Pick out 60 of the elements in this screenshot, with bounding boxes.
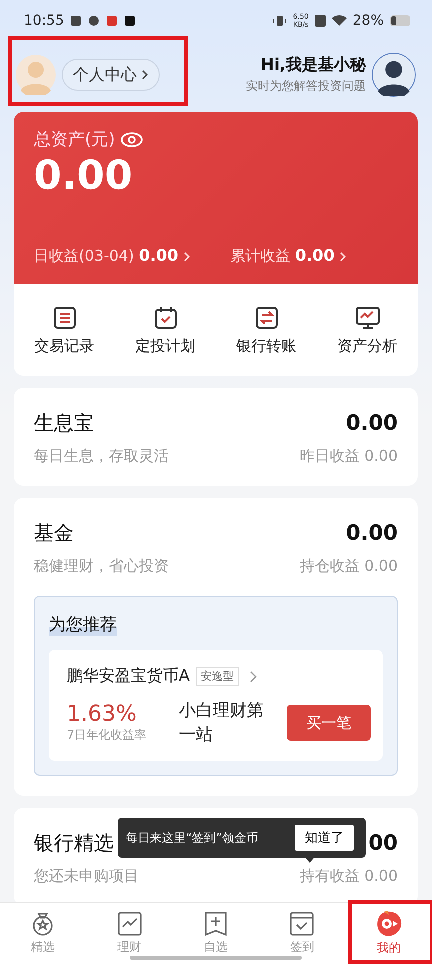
yield-rate: 1.63%: [67, 702, 138, 727]
chevron-right-icon: [248, 670, 259, 684]
battery-percent: 28%: [352, 13, 384, 29]
product-value: 00: [368, 831, 398, 855]
product-title: 银行精选: [34, 830, 114, 857]
tooltip-text: 每日来这里“签到”领金币: [126, 830, 258, 846]
buy-button[interactable]: 买一笔: [287, 705, 371, 741]
fund-name: 鹏华安盈宝货币A: [67, 666, 190, 687]
daily-earnings-link[interactable]: 日收益(03-04) 0.00: [34, 246, 191, 266]
notification-icon: [106, 15, 118, 27]
risk-tag: 安逸型: [196, 667, 239, 686]
eye-icon[interactable]: [121, 132, 144, 148]
transfer-icon: [254, 304, 280, 330]
quick-action[interactable]: 定投计划: [115, 304, 216, 356]
wifi-icon: [332, 15, 347, 27]
notification-icon: [124, 15, 136, 27]
notification-icon: [70, 15, 82, 27]
product-value: 0.00: [346, 411, 398, 435]
list-icon: [52, 304, 78, 330]
cumulative-earnings-link[interactable]: 累计收益 0.00: [230, 246, 347, 266]
product-value: 0.00: [346, 521, 398, 545]
quick-action[interactable]: 资产分析: [317, 304, 418, 356]
vibrate-icon: [273, 15, 288, 27]
chevron-right-icon: [182, 250, 191, 263]
assistant-subtitle: 实时为您解答投资问题: [246, 78, 366, 95]
product-card[interactable]: 基金 0.00 稳健理财，省心投资 持仓收益 0.00 为您推荐 鹏华安盈宝货币A 安逸型 1.63% 7日年化收益率 小白理财第一站 买一笔: [14, 498, 418, 796]
profile-button[interactable]: 个人中心: [62, 59, 160, 91]
nav-tab[interactable]: 我的: [346, 903, 432, 964]
assistant-greeting: Hi,我是基小秘: [261, 55, 366, 76]
fund-card[interactable]: 鹏华安盈宝货币A 安逸型 1.63% 7日年化收益率 小白理财第一站 买一笔: [49, 650, 383, 761]
product-title: 基金: [34, 520, 74, 547]
assistant-avatar[interactable]: [372, 53, 416, 97]
chevron-right-icon: [141, 69, 149, 82]
calendar-icon: [152, 304, 178, 330]
product-subtitle: 每日生息，存取灵活: [34, 447, 169, 466]
product-earnings: 持仓收益 0.00: [300, 557, 398, 576]
chevron-right-icon: [338, 250, 347, 263]
fund-slogan: 小白理财第一站: [179, 700, 265, 747]
quick-action[interactable]: 交易记录: [14, 304, 115, 356]
chart-icon: [116, 911, 143, 937]
product-earnings: 持有收益 0.00: [300, 867, 398, 886]
product-title: 生息宝: [34, 410, 94, 437]
recommend-heading: 为您推荐: [49, 613, 117, 636]
bookmark-add-icon: [202, 911, 229, 937]
yield-label: 7日年化收益率: [67, 727, 148, 744]
battery-icon: [390, 15, 412, 27]
check-calendar-icon: [289, 911, 316, 937]
monitor-icon: [354, 304, 380, 330]
quick-action[interactable]: 银行转账: [216, 304, 317, 356]
tooltip-pointer-icon: [304, 856, 316, 864]
product-card[interactable]: 生息宝 0.00 每日生息，存取灵活 昨日收益 0.00: [14, 388, 418, 486]
notification-icon: [88, 15, 100, 27]
product-subtitle: 稳健理财，省心投资: [34, 557, 169, 576]
total-assets-label: 总资产(元): [34, 129, 116, 151]
sim-icon: [314, 15, 326, 27]
product-earnings: 昨日收益 0.00: [300, 447, 398, 466]
product-subtitle: 您还未申购项目: [34, 867, 139, 886]
total-assets-value: 0.00: [34, 153, 134, 199]
status-time: 10:55: [24, 13, 64, 29]
dismiss-button[interactable]: 知道了: [295, 825, 354, 851]
